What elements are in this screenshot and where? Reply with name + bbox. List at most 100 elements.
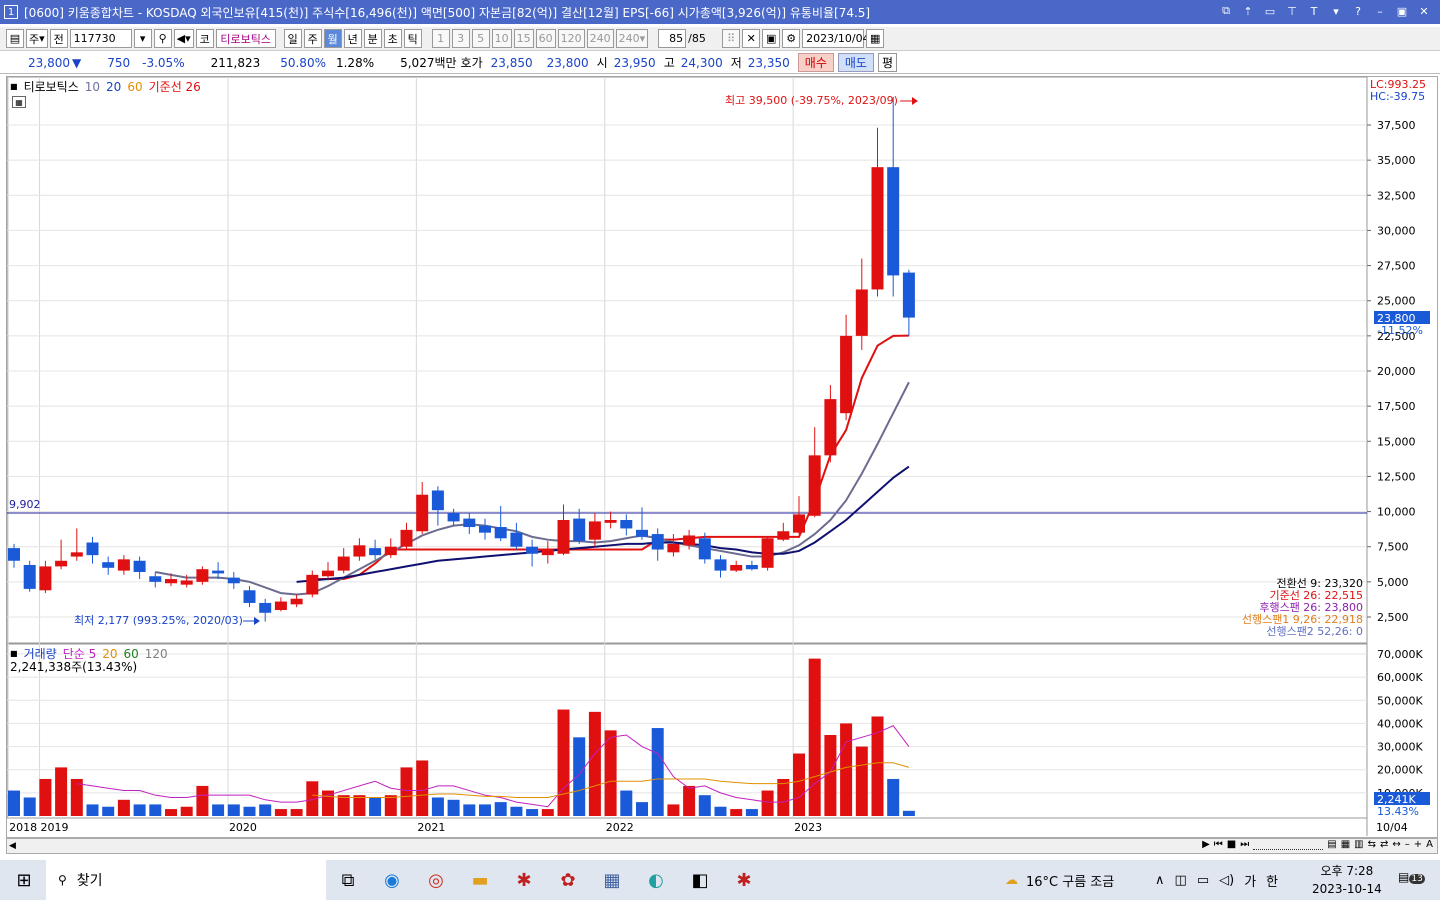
kijun-label[interactable]: 기준선 26 [149,78,201,95]
calendar-icon[interactable]: ▦ [866,29,885,48]
period-day[interactable]: 일 [283,29,302,48]
layout3-icon[interactable]: ▥ [1354,839,1363,850]
scroll-first-icon[interactable]: ⏮ [1214,839,1223,850]
ime-indicator[interactable]: 한 [1266,871,1278,890]
sell-button[interactable]: 매도 [837,53,874,72]
task-view-icon[interactable]: ⧉ [334,866,362,894]
volume-value: 211,823 [210,55,261,70]
kiwoom2-icon[interactable]: ✿ [554,866,582,894]
interval-1[interactable]: 1 [431,29,450,48]
text-icon[interactable]: T [1306,3,1322,19]
zoom-slider[interactable] [1253,839,1324,850]
count-input[interactable]: 85 [658,29,687,48]
stock-name[interactable]: 티로보틱스 [215,29,276,48]
windows-start-icon[interactable]: ⊞ [10,866,38,894]
low-price: 23,350 [747,55,790,70]
maximize-icon[interactable]: ▣ [1394,3,1410,19]
vol-ma120-label[interactable]: 120 [145,647,168,661]
period-select[interactable]: 주 ▾ [26,29,48,48]
period-year[interactable]: 년 [343,29,362,48]
vol-collapse-icon[interactable]: ■ [10,649,18,658]
network-icon[interactable]: ▭ [1197,873,1209,888]
down-arrow-icon: ▼ [72,55,82,70]
type-button[interactable]: 전 [49,29,68,48]
lang-indicator[interactable]: 가 [1244,871,1256,890]
calculator-icon[interactable]: ▦ [598,866,626,894]
arrows-icon[interactable]: ⇆ [1368,839,1376,850]
period-week[interactable]: 주 [303,29,322,48]
code-dropdown-icon[interactable]: ▾ [133,29,152,48]
scroll-right-icon[interactable]: ▶ [1202,839,1210,850]
link-icon[interactable]: ⧉ [1218,3,1234,19]
fix-icon[interactable]: ⊤ [1284,3,1300,19]
eval-button[interactable]: 평 [877,53,898,72]
taskbar-search[interactable]: ⚲ 찾기 [46,860,326,900]
interval-60[interactable]: 60 [535,29,556,48]
weather-widget[interactable]: ☁ 16°C 구름 조금 [1005,871,1114,890]
interval-240[interactable]: 240 [586,29,614,48]
search-icon[interactable]: ⚲ [153,29,172,48]
help-icon[interactable]: ? [1350,3,1366,19]
tray-chevron-icon[interactable]: ∧ [1155,873,1165,888]
table-icon[interactable]: ▦ [12,96,26,108]
scroll-stop-icon[interactable]: ■ [1227,839,1236,850]
minimize-icon[interactable]: – [1372,3,1388,19]
speaker-icon[interactable]: ◀▾ [173,29,194,48]
interval-120[interactable]: 120 [557,29,585,48]
high-label: 고 [663,56,675,70]
folder-icon[interactable]: ▬ [466,866,494,894]
kiwoom3-icon[interactable]: ✱ [730,866,758,894]
chart-scrollbar[interactable]: ◀ ▶ ⏮ ■ ⏭ ▤ ▦ ▥ ⇆ ⇄ ↔ – + A [6,838,1438,854]
pin-icon[interactable]: ⇡ [1240,3,1256,19]
title-bar: 1 [0600] 키움종합차트 - KOSDAQ 외국인보유[415(천)] 주… [0,0,1440,24]
settings-icon[interactable]: ⚙ [782,29,801,48]
ma-10-label[interactable]: 10 [85,80,100,94]
interval-input[interactable]: 240 ▾ [615,29,649,48]
clock[interactable]: 오후 7:28 2023-10-14 [1312,862,1382,898]
grid-icon[interactable]: ⠿ [722,29,741,48]
menu-icon[interactable]: ▾ [1328,3,1344,19]
chart-menu-icon[interactable]: ▤ [6,29,24,48]
interval-3[interactable]: 3 [451,29,470,48]
period-minute[interactable]: 분 [363,29,382,48]
interval-10[interactable]: 10 [491,29,512,48]
date-input[interactable]: 2023/10/04 [802,29,870,48]
save-icon[interactable]: ▣ [762,29,781,48]
chrome-icon[interactable]: ◎ [422,866,450,894]
turnover: 1.28% [335,55,375,70]
scroll-left-icon[interactable]: ◀ [9,841,16,851]
interval-5[interactable]: 5 [471,29,490,48]
arrows3-icon[interactable]: ↔ [1392,839,1400,850]
chart-area[interactable] [6,76,1438,838]
font-icon[interactable]: A [1426,839,1433,850]
period-month[interactable]: 월 [323,29,342,48]
price-panel-name[interactable]: 티로보틱스 [24,78,79,95]
zoom-in-icon[interactable]: + [1414,839,1422,850]
open-price: 23,950 [613,55,656,70]
close-icon[interactable]: ✕ [1416,3,1432,19]
period-tick[interactable]: 틱 [403,29,422,48]
note-icon[interactable]: ◧ [686,866,714,894]
ma-60-label[interactable]: 60 [127,80,142,94]
ma-20-label[interactable]: 20 [106,80,121,94]
scroll-last-icon[interactable]: ⏭ [1240,839,1249,850]
kiwoom-icon[interactable]: ✱ [510,866,538,894]
window-icon[interactable]: ▭ [1262,3,1278,19]
volume-icon[interactable]: ◁) [1219,873,1234,888]
crosshair-icon[interactable]: ✕ [742,29,761,48]
meet-icon[interactable]: ◫ [1175,873,1187,888]
panel-collapse-icon[interactable]: ■ [10,82,18,91]
code-input[interactable]: 117730 [69,29,132,48]
buy-button[interactable]: 매수 [797,53,834,72]
interval-15[interactable]: 15 [513,29,534,48]
period-second[interactable]: 초 [383,29,402,48]
arrows2-icon[interactable]: ⇄ [1380,839,1388,850]
zoom-out-icon[interactable]: – [1405,839,1410,850]
layout-icon[interactable]: ▤ [1327,839,1336,850]
app-icon[interactable]: ◐ [642,866,670,894]
edge-icon[interactable]: ◉ [378,866,406,894]
notification-icon[interactable]: ▤ 13 [1398,870,1425,884]
market-button[interactable]: 코 [195,29,214,48]
layout2-icon[interactable]: ▦ [1341,839,1350,850]
search-placeholder: 찾기 [76,873,103,889]
